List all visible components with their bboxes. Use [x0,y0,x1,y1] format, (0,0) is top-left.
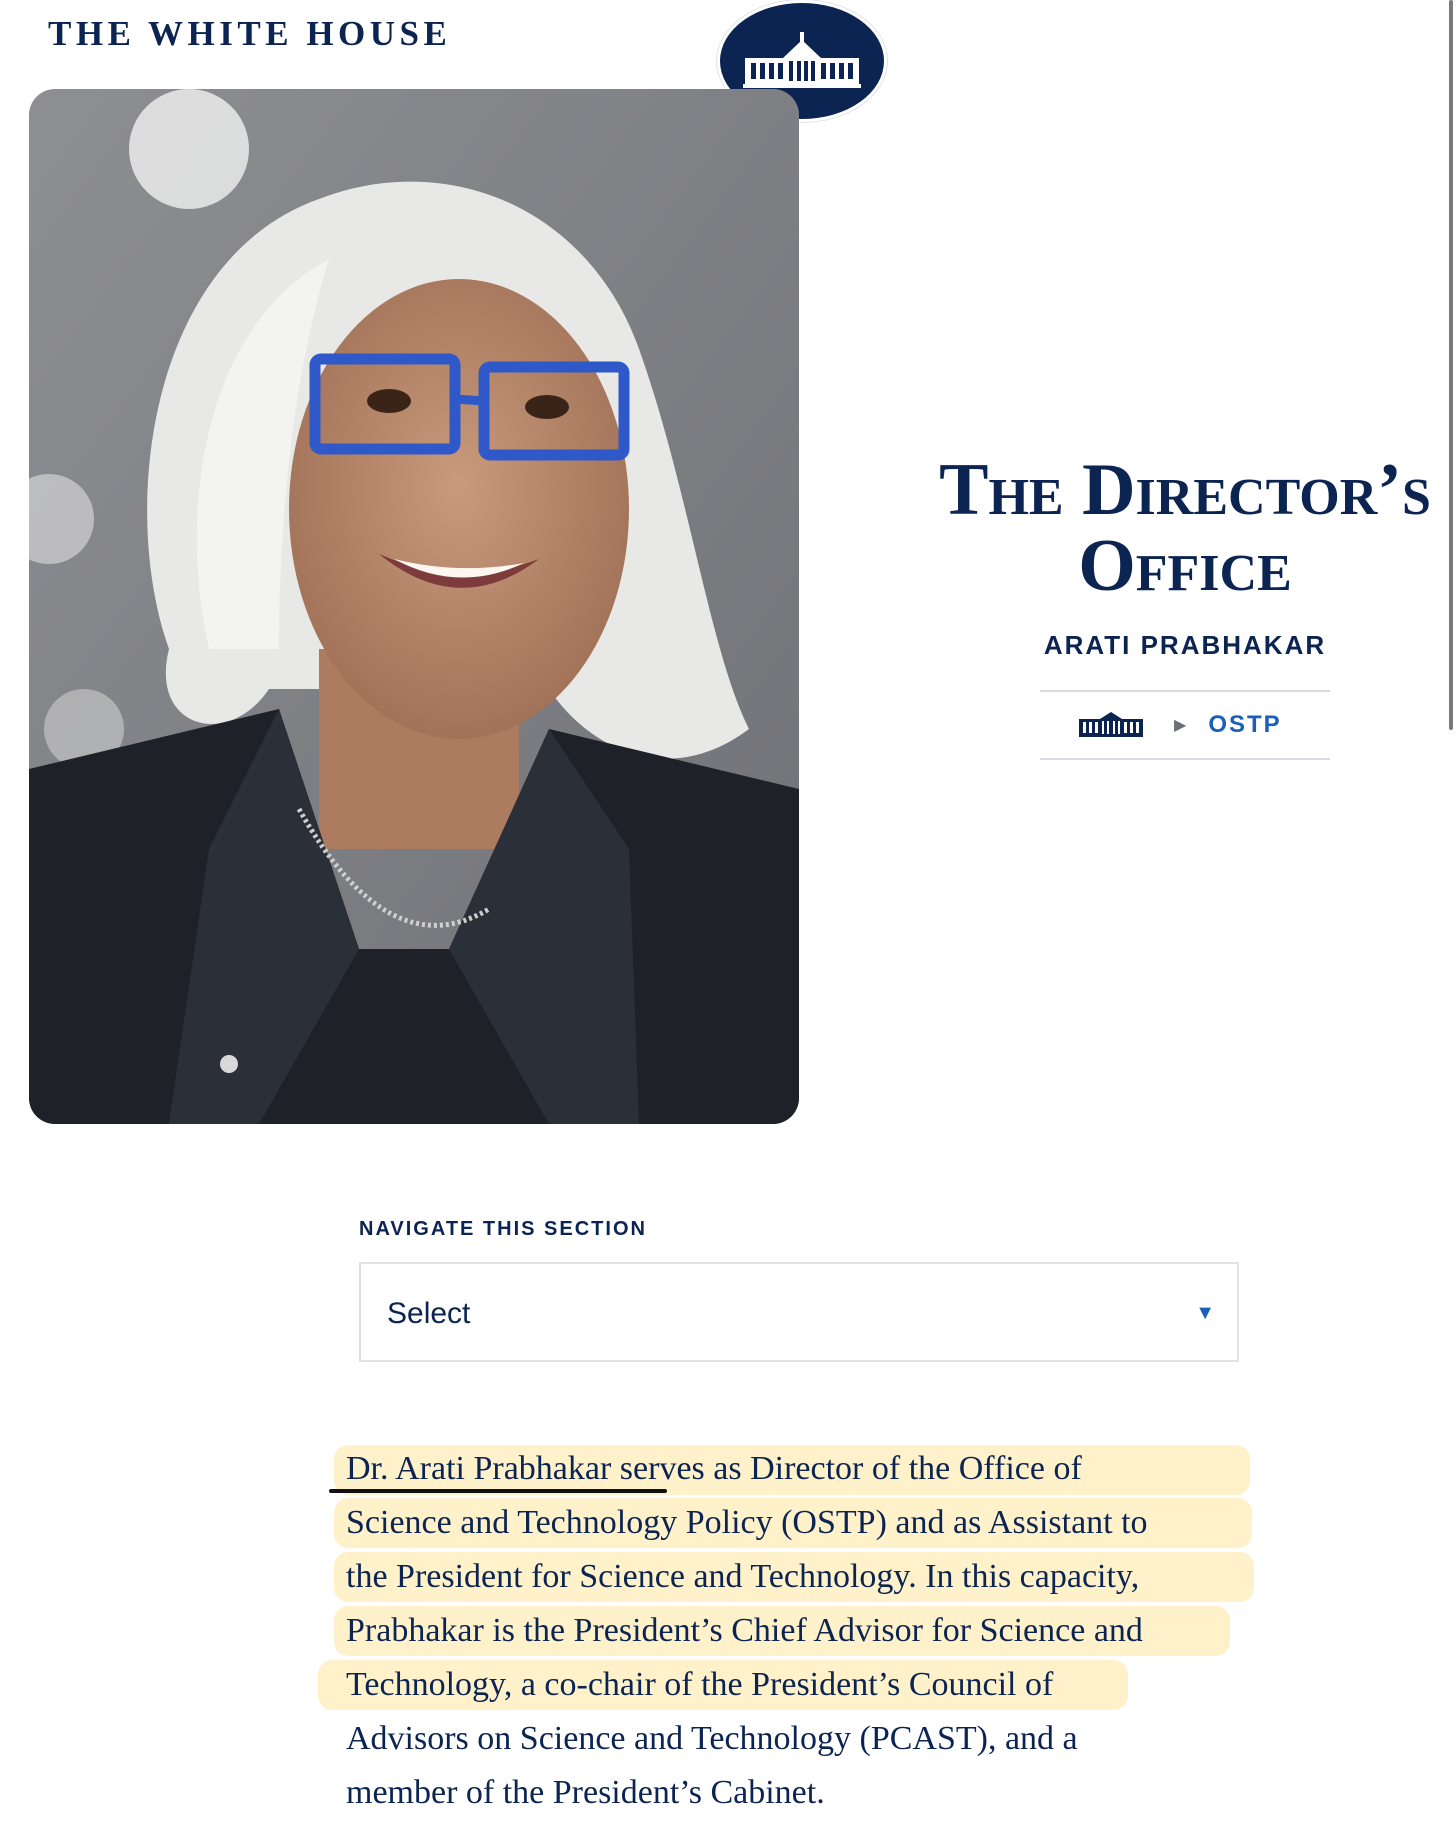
chevron-down-icon: ▼ [1195,1302,1215,1324]
section-nav-label: NAVIGATE THIS SECTION [359,1218,647,1240]
breadcrumb: ▶ OSTP [1040,690,1330,760]
breadcrumb-link-ostp[interactable]: OSTP [1208,711,1281,739]
section-select[interactable]: Select ▼ [359,1262,1239,1362]
white-house-icon[interactable] [1078,711,1144,739]
page-title-line-1: The Director’s [939,449,1431,531]
caret-right-icon: ▶ [1174,717,1187,734]
page-title-line-2: Office [1078,525,1292,607]
bio-text: Dr. Arati Prabhakar serves as Director o… [346,1442,1246,1820]
page-title: The Director’s Office [920,452,1450,604]
bio-line: Dr. Arati Prabhakar serves as Director o… [346,1450,1082,1487]
bio-line: Technology, a co-chair of the President’… [346,1666,1054,1703]
director-portrait [29,89,799,1124]
bio-line: Prabhakar is the President’s Chief Advis… [346,1612,1143,1649]
bio-line: the President for Science and Technology… [346,1558,1140,1595]
bio-line: Science and Technology Policy (OSTP) and… [346,1504,1148,1541]
page-subtitle: ARATI PRABHAKAR [1043,630,1327,660]
section-select-value: Select [387,1297,471,1330]
bio-line: Advisors on Science and Technology (PCAS… [346,1720,1078,1757]
scrollbar[interactable] [1449,0,1453,730]
bio-line: member of the President’s Cabinet. [346,1774,825,1811]
site-title[interactable]: THE WHITE HOUSE [48,14,451,54]
